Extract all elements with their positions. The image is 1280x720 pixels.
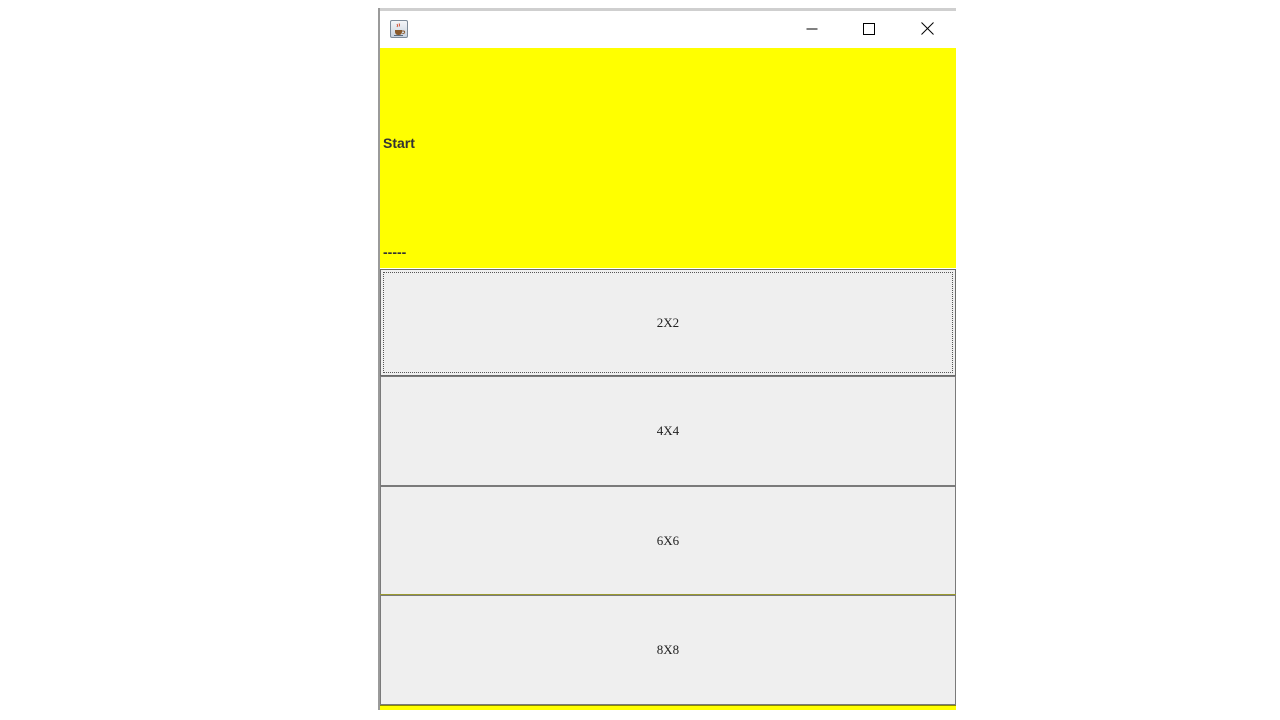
close-icon bbox=[920, 20, 934, 39]
button-label: 6X6 bbox=[656, 532, 680, 548]
start-label: Start bbox=[383, 135, 415, 151]
header-panel: Start ----- bbox=[380, 48, 956, 268]
minimize-button[interactable] bbox=[784, 11, 840, 48]
app-window: Start ----- 2X2 4X4 6X6 8X8 bbox=[378, 8, 956, 710]
button-label: 2X2 bbox=[656, 314, 680, 330]
grid-6x6-button[interactable]: 6X6 bbox=[380, 486, 956, 595]
maximize-button[interactable] bbox=[841, 11, 897, 48]
bottom-panel-strip bbox=[380, 705, 956, 710]
java-cup-icon[interactable] bbox=[390, 20, 408, 38]
status-label: ----- bbox=[383, 244, 407, 260]
close-button[interactable] bbox=[899, 11, 955, 48]
grid-2x2-button[interactable]: 2X2 bbox=[380, 269, 956, 376]
button-label: 4X4 bbox=[656, 423, 680, 438]
minimize-icon bbox=[806, 20, 818, 39]
grid-8x8-button[interactable]: 8X8 bbox=[380, 595, 956, 705]
title-bar[interactable] bbox=[380, 11, 956, 48]
button-label: 8X8 bbox=[656, 642, 680, 657]
grid-4x4-button[interactable]: 4X4 bbox=[380, 376, 956, 486]
maximize-icon bbox=[863, 20, 875, 39]
